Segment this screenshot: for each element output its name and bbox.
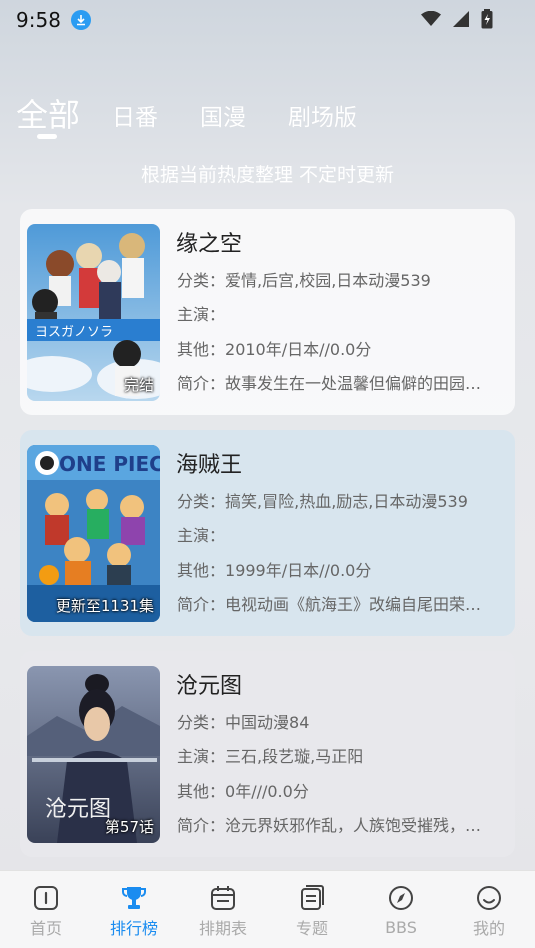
other-value: 2010年/日本//0.0分: [225, 340, 372, 359]
calendar-icon: [211, 886, 235, 910]
bottom-nav: 首页 排行榜 排期表 专题 BBS 我的: [0, 870, 535, 948]
nav-schedule-label: 排期表: [198, 919, 247, 938]
anime-title[interactable]: 海贼王: [176, 447, 242, 479]
compass-icon: [389, 886, 413, 910]
anime-title[interactable]: 缘之空: [176, 226, 242, 258]
tab-movie[interactable]: 剧场版: [288, 98, 357, 132]
cast-value: 三石,段艺璇,马正阳: [225, 747, 364, 766]
nav-home[interactable]: 首页: [2, 871, 90, 948]
nav-topics-label: 专题: [295, 919, 328, 938]
poster-image[interactable]: 沧元图 第57话: [27, 666, 160, 843]
intro-value: 故事发生在一处温馨但偏僻的田园…: [225, 374, 482, 393]
category-tabs: 全部 日番 国漫 剧场版: [0, 88, 535, 139]
nav-home-label: 首页: [29, 919, 62, 938]
category-row: 分类：中国动漫84: [177, 713, 310, 732]
cast-row: 主演：三石,段艺璇,马正阳: [177, 747, 364, 766]
topic-icon: [301, 885, 324, 910]
ranking-subtitle: 根据当前热度整理 不定时更新: [140, 164, 395, 186]
status-time: 9:58: [16, 8, 61, 32]
svg-text:ONE PIECE: ONE PIECE: [59, 452, 160, 476]
category-row: 分类：爱情,后宫,校园,日本动漫539: [177, 271, 431, 290]
svg-text:沧元图: 沧元图: [45, 797, 111, 822]
poster-image[interactable]: ONE PIECE 更新至1131集: [27, 445, 160, 622]
tab-japanese[interactable]: 日番: [112, 98, 158, 132]
nav-profile[interactable]: 我的: [445, 871, 533, 948]
intro-row: 简介：故事发生在一处温馨但偏僻的田园…: [177, 374, 482, 393]
category-value: 爱情,后宫,校园,日本动漫539: [225, 271, 431, 290]
anime-card[interactable]: ONE PIECE 更新至1131集 海贼王 分类：搞笑,冒险,热血,励志,日本…: [20, 430, 515, 636]
other-row: 其他：2010年/日本//0.0分: [177, 340, 372, 359]
tab-chinese[interactable]: 国漫: [200, 98, 246, 132]
cast-row: 主演：: [177, 305, 226, 324]
nav-ranking[interactable]: 排行榜: [90, 871, 178, 948]
nav-profile-label: 我的: [472, 919, 505, 938]
signal-icon: [453, 11, 469, 31]
anime-card[interactable]: 沧元图 第57话 沧元图 分类：中国动漫84 主演：三石,段艺璇,马正阳 其他：…: [20, 651, 515, 857]
category-row: 分类：搞笑,冒险,热血,励志,日本动漫539: [177, 492, 468, 511]
other-row: 其他：0年///0.0分: [177, 782, 309, 801]
status-badge: 完结: [123, 376, 154, 394]
trophy-icon: [122, 887, 146, 909]
status-badge: 更新至1131集: [55, 597, 154, 615]
intro-value: 电视动画《航海王》改编自尾田荣…: [225, 595, 482, 614]
other-value: 0年///0.0分: [225, 782, 309, 801]
tab-all[interactable]: 全部: [16, 90, 80, 136]
poster-image[interactable]: ヨスガノソラ 完结: [27, 224, 160, 401]
nav-bbs[interactable]: BBS: [357, 871, 445, 948]
nav-topics[interactable]: 专题: [268, 871, 356, 948]
status-bar: 9:58: [0, 0, 535, 40]
category-value: 搞笑,冒险,热血,励志,日本动漫539: [225, 492, 468, 511]
anime-card[interactable]: ヨスガノソラ 完结 缘之空 分类：爱情,后宫,校园,日本动漫539 主演： 其他…: [20, 209, 515, 415]
tab-indicator: [37, 134, 57, 139]
battery-icon: [481, 9, 493, 33]
nav-schedule[interactable]: 排期表: [179, 871, 267, 948]
anime-title[interactable]: 沧元图: [176, 668, 242, 700]
intro-value: 沧元界妖邪作乱，人族饱受摧残，…: [225, 816, 482, 835]
nav-bbs-label: BBS: [385, 918, 417, 937]
other-row: 其他：1999年/日本//0.0分: [177, 561, 372, 580]
intro-row: 简介：沧元界妖邪作乱，人族饱受摧残，…: [177, 816, 482, 835]
wifi-icon: [421, 10, 441, 31]
status-badge: 第57话: [104, 818, 154, 836]
download-icon: [70, 10, 91, 30]
home-icon: [34, 886, 58, 910]
other-value: 1999年/日本//0.0分: [225, 561, 372, 580]
profile-icon: [477, 886, 501, 910]
category-value: 中国动漫84: [225, 713, 310, 732]
nav-ranking-label: 排行榜: [109, 919, 158, 938]
intro-row: 简介：电视动画《航海王》改编自尾田荣…: [177, 595, 482, 614]
cast-row: 主演：: [177, 526, 226, 545]
svg-text:ヨスガノソラ: ヨスガノソラ: [35, 325, 113, 340]
